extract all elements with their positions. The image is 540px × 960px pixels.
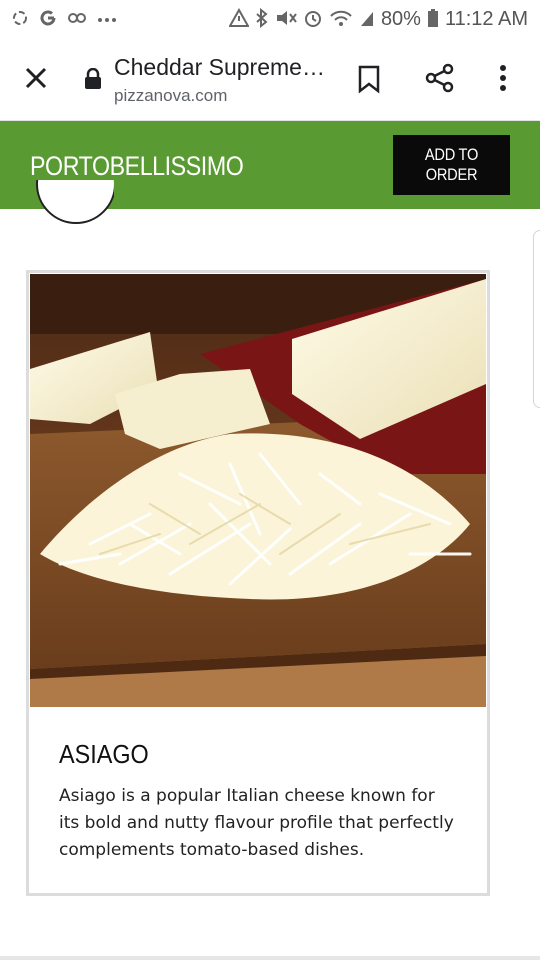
- signal-icon: [359, 8, 375, 31]
- recycle-icon: [10, 8, 30, 31]
- divider: [0, 956, 540, 960]
- battery-icon: [427, 8, 439, 31]
- status-left: [0, 8, 118, 31]
- bookmark-icon[interactable]: [356, 64, 382, 94]
- clock: 11:12 AM: [444, 7, 528, 30]
- share-icon[interactable]: [424, 62, 456, 94]
- battery-percent: 80%: [380, 7, 421, 30]
- scroll-indicator[interactable]: [533, 230, 540, 408]
- product-card: ASIAGO Asiago is a popular Italian chees…: [26, 270, 490, 896]
- status-right: 80% 11:12 AM: [228, 7, 540, 31]
- bluetooth-icon: [255, 7, 269, 31]
- page-url[interactable]: pizzanova.com: [114, 86, 227, 106]
- more-dots-icon: [96, 8, 118, 31]
- add-to-order-label: ADD TO ORDER: [424, 145, 479, 184]
- lock-icon[interactable]: [84, 67, 102, 90]
- card-title: ASIAGO: [59, 739, 149, 769]
- link-icon: [66, 8, 88, 31]
- badge-circle: [36, 180, 114, 224]
- cheese-image: [30, 274, 486, 707]
- status-bar: 80% 11:12 AM: [0, 0, 540, 38]
- close-icon[interactable]: [22, 64, 50, 92]
- add-to-order-button[interactable]: ADD TO ORDER: [393, 135, 510, 195]
- google-icon: [38, 8, 58, 31]
- card-description: Asiago is a popular Italian cheese known…: [59, 786, 454, 860]
- alarm-icon: [303, 8, 323, 31]
- warning-icon: [228, 7, 250, 31]
- badge-logo: [36, 180, 114, 224]
- wifi-icon: [329, 8, 353, 31]
- menu-dots-icon[interactable]: [496, 62, 510, 94]
- page-title[interactable]: Cheddar Supreme…: [114, 54, 325, 81]
- browser-toolbar: Cheddar Supreme… pizzanova.com: [0, 38, 540, 121]
- mute-icon: [275, 8, 297, 31]
- brand-title[interactable]: PORTOBELLISSIMO: [30, 151, 244, 182]
